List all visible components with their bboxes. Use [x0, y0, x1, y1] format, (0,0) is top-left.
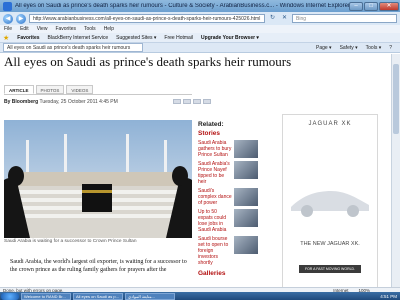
story-thumbnail[interactable]: [234, 236, 258, 254]
divider: [4, 94, 192, 95]
forward-button[interactable]: ▶: [16, 13, 26, 24]
taskbar-clock: 4:51 PM: [380, 293, 397, 299]
menu-favorites[interactable]: Favorites: [55, 26, 76, 32]
refresh-icon[interactable]: ↻: [268, 14, 277, 23]
favorite-suggested-sites[interactable]: Suggested Sites ▾: [116, 35, 156, 41]
share-buttons: [173, 99, 211, 104]
tab-videos[interactable]: VIDEOS: [66, 85, 94, 94]
scrollbar-thumb[interactable]: [393, 64, 399, 134]
stories-heading: Stories: [198, 130, 221, 137]
story-thumbnail[interactable]: [234, 161, 258, 179]
article-tabs: ARTICLE PHOTOS VIDEOS: [4, 85, 94, 94]
menu-tools[interactable]: Tools: [84, 26, 96, 32]
story-link[interactable]: Saudi bourse set to open to foreign inve…: [198, 236, 232, 266]
related-heading: Related:: [198, 121, 224, 128]
mecca-photo: [4, 120, 192, 238]
back-button[interactable]: ◀: [3, 13, 13, 24]
favorite-upgrade-browser[interactable]: Upgrade Your Browser ▾: [201, 35, 259, 41]
related-story[interactable]: Saudi Arabia's Prince Nayef tipped to be…: [198, 161, 258, 185]
article-headline: All eyes on Saudi as prince's death spar…: [4, 54, 292, 69]
jaguar-ad[interactable]: JAGUAR XK THE NEW JAGUAR XK. FOR A FAST …: [282, 114, 378, 287]
twitter-share-icon[interactable]: [183, 99, 191, 104]
safety-menu[interactable]: Safety ▾: [340, 45, 358, 51]
taskbar-item[interactable]: Welcome to RAND Br...: [21, 292, 71, 300]
story-link[interactable]: Saudi's complex dance of power: [198, 188, 232, 206]
taskbar-item[interactable]: All eyes on Saudi as p...: [73, 292, 123, 300]
menu-edit[interactable]: Edit: [20, 26, 29, 32]
stop-icon[interactable]: ✕: [280, 14, 289, 23]
related-sidebar: Related: Stories Saudi Arabia gathers to…: [198, 121, 258, 277]
related-story[interactable]: Up to 50 expats could lose jobs in Saudi…: [198, 209, 258, 233]
byline: By Bloomberg Tuesday, 25 October 2011 4:…: [4, 99, 118, 105]
article-body: Saudi Arabia, the world's largest oil ex…: [10, 259, 187, 273]
command-bar: Page ▾ Safety ▾ Tools ▾ ?: [316, 45, 400, 51]
address-input[interactable]: http://www.arabianbusiness.com/all-eyes-…: [29, 14, 265, 23]
galleries-heading[interactable]: Galleries: [198, 270, 258, 277]
favorite-blackberry[interactable]: BlackBerry Internet Service: [48, 35, 109, 41]
article-photo: [4, 120, 192, 238]
tools-menu[interactable]: Tools ▾: [366, 45, 382, 51]
related-story[interactable]: Saudi Arabia gathers to bury Prince Sult…: [198, 140, 258, 158]
maximize-button[interactable]: □: [364, 1, 378, 11]
tab-article[interactable]: ARTICLE: [4, 85, 34, 94]
address-toolbar: ◀ ▶ http://www.arabianbusiness.com/all-e…: [0, 12, 400, 25]
menu-bar: File Edit View Favorites Tools Help: [0, 25, 400, 33]
tab-active[interactable]: All eyes on Saudi as prince's death spar…: [3, 43, 143, 52]
favorites-button[interactable]: Favorites: [17, 35, 39, 41]
help-menu[interactable]: ?: [389, 45, 392, 51]
taskbar-item[interactable]: متابعة الموادي...: [125, 292, 175, 300]
story-link[interactable]: Saudi Arabia's Prince Nayef tipped to be…: [198, 161, 232, 185]
ad-headline: THE NEW JAGUAR XK.: [300, 241, 360, 247]
byline-date: Tuesday, 25 October 2011 4:45 PM: [39, 99, 118, 105]
menu-help[interactable]: Help: [104, 26, 114, 32]
related-story[interactable]: Saudi bourse set to open to foreign inve…: [198, 236, 258, 266]
minimize-button[interactable]: –: [349, 1, 363, 11]
photo-caption: Saudi Arabia is waiting for a successor …: [4, 239, 137, 244]
favorites-bar: ★ Favorites BlackBerry Internet Service …: [0, 33, 400, 43]
ad-cta-button[interactable]: FOR A FAST MOVING WORLD.: [299, 265, 361, 273]
favorite-hotmail[interactable]: Free Hotmail: [164, 35, 193, 41]
car-silhouette-icon: [291, 191, 369, 217]
print-icon[interactable]: [203, 99, 211, 104]
tab-photos[interactable]: PHOTOS: [35, 85, 65, 94]
close-button[interactable]: ✕: [379, 1, 399, 11]
story-thumbnail[interactable]: [234, 209, 258, 227]
tab-row: All eyes on Saudi as prince's death spar…: [0, 43, 400, 53]
related-story[interactable]: Saudi's complex dance of power: [198, 188, 258, 206]
vertical-scrollbar[interactable]: [391, 54, 400, 287]
start-button[interactable]: [1, 292, 19, 300]
windows-taskbar: Welcome to RAND Br... All eyes on Saudi …: [0, 292, 400, 300]
window-title: All eyes on Saudi as prince's death spar…: [15, 3, 349, 9]
menu-file[interactable]: File: [4, 26, 12, 32]
story-link[interactable]: Saudi Arabia gathers to bury Prince Sult…: [198, 140, 232, 158]
search-input[interactable]: Bing: [292, 14, 397, 23]
star-icon: ★: [3, 34, 10, 42]
page-content: All eyes on Saudi as prince's death spar…: [0, 54, 391, 287]
ie-icon: [3, 1, 12, 11]
page-menu[interactable]: Page ▾: [316, 45, 332, 51]
menu-view[interactable]: View: [37, 26, 48, 32]
story-thumbnail[interactable]: [234, 140, 258, 158]
byline-source: By Bloomberg: [4, 99, 39, 105]
email-share-icon[interactable]: [193, 99, 201, 104]
story-thumbnail[interactable]: [234, 188, 258, 206]
window-titlebar: All eyes on Saudi as prince's death spar…: [0, 0, 400, 12]
facebook-share-icon[interactable]: [173, 99, 181, 104]
story-link[interactable]: Up to 50 expats could lose jobs in Saudi…: [198, 209, 232, 233]
ad-brand: JAGUAR XK: [308, 121, 352, 127]
